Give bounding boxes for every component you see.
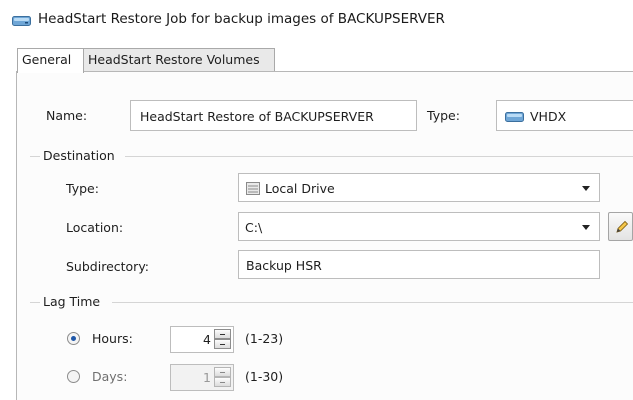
- subdirectory-label: Subdirectory:: [66, 259, 150, 274]
- name-field[interactable]: HeadStart Restore of BACKUPSERVER: [130, 100, 417, 131]
- type-field: VHDX: [496, 100, 633, 131]
- hours-increment-button[interactable]: [214, 329, 231, 339]
- chevron-down-icon: [582, 225, 590, 230]
- days-label: Days:: [92, 369, 128, 384]
- type-label: Type:: [427, 108, 460, 123]
- subdirectory-field[interactable]: Backup HSR: [238, 250, 600, 279]
- title-bar: HeadStart Restore Job for backup images …: [0, 0, 633, 42]
- window-title: HeadStart Restore Job for backup images …: [38, 11, 445, 27]
- days-increment-button[interactable]: [214, 367, 231, 377]
- days-range: (1-30): [245, 369, 284, 384]
- hours-range: (1-23): [245, 331, 284, 346]
- destination-type-dropdown[interactable]: Local Drive: [238, 173, 600, 202]
- destination-type-label: Type:: [66, 181, 99, 196]
- hours-label: Hours:: [92, 331, 133, 346]
- drive-icon: [12, 14, 32, 27]
- destination-group-label: Destination: [43, 148, 115, 163]
- days-spinner[interactable]: 1: [170, 364, 234, 391]
- tab-general[interactable]: General: [17, 48, 84, 73]
- days-decrement-button[interactable]: [214, 377, 231, 387]
- destination-divider: [125, 156, 633, 157]
- location-label: Location:: [66, 220, 124, 235]
- tab-label: General: [22, 52, 72, 67]
- pencil-icon: [615, 220, 629, 237]
- tab-headstart-restore-volumes[interactable]: HeadStart Restore Volumes: [83, 48, 275, 71]
- hours-spinner[interactable]: 4: [170, 326, 234, 353]
- lag-time-divider-left: [30, 302, 40, 303]
- days-value: 1: [203, 370, 211, 385]
- name-label: Name:: [46, 108, 88, 123]
- location-dropdown[interactable]: C:\: [238, 212, 600, 241]
- type-value: VHDX: [530, 109, 567, 124]
- lag-time-group-label: Lag Time: [43, 294, 101, 309]
- local-drive-icon: [246, 182, 260, 195]
- tab-label: HeadStart Restore Volumes: [88, 52, 260, 67]
- location-value: C:\: [245, 220, 263, 235]
- hours-radio[interactable]: [67, 332, 80, 345]
- destination-type-value: Local Drive: [265, 181, 335, 196]
- chevron-down-icon: [582, 186, 590, 191]
- name-value: HeadStart Restore of BACKUPSERVER: [140, 109, 374, 124]
- subdirectory-value: Backup HSR: [246, 258, 322, 273]
- destination-divider-left: [30, 156, 40, 157]
- lag-time-divider: [112, 302, 633, 303]
- days-radio[interactable]: [67, 370, 80, 383]
- hours-decrement-button[interactable]: [214, 339, 231, 349]
- hours-value: 4: [203, 332, 211, 347]
- edit-location-button[interactable]: [608, 212, 633, 241]
- drive-icon: [505, 111, 525, 123]
